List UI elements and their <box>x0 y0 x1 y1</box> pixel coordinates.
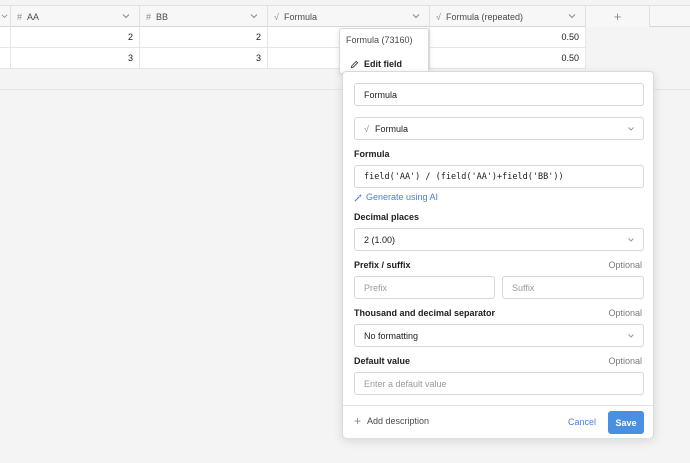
prefix-placeholder: Prefix <box>364 282 388 293</box>
formula-icon: √ <box>364 123 369 134</box>
column-header-aa[interactable]: # AA <box>11 6 140 27</box>
suffix-input[interactable]: Suffix <box>502 276 644 299</box>
number-icon: # <box>146 11 152 22</box>
column-header-formula-repeated[interactable]: √ Formula (repeated) <box>430 6 586 27</box>
default-value-optional: Optional <box>608 356 642 366</box>
cell-bb[interactable]: 2 <box>140 27 268 47</box>
separator-label: Thousand and decimal separator <box>354 308 496 318</box>
plus-icon: + <box>354 414 362 428</box>
panel-footer: + Add description Cancel Save <box>343 405 653 438</box>
column-header-formula[interactable]: √ Formula <box>268 6 430 27</box>
cell-formula-repeated[interactable]: 0.50 <box>430 48 586 68</box>
default-value-label: Default value <box>354 356 411 366</box>
column-header-bb[interactable]: # BB <box>140 6 268 27</box>
cell-bb[interactable]: 3 <box>140 48 268 68</box>
column-label: AA <box>27 11 40 22</box>
cell-aa[interactable]: 2 <box>11 27 140 47</box>
save-button[interactable]: Save <box>608 411 644 434</box>
magic-wand-icon <box>354 193 363 201</box>
chevron-down-icon[interactable] <box>249 11 259 21</box>
table-row[interactable]: 2 2 0.50 <box>0 27 586 48</box>
number-icon: # <box>17 11 23 22</box>
column-label: Formula <box>283 11 317 22</box>
formula-label: Formula <box>354 149 390 159</box>
prefix-suffix-optional: Optional <box>608 260 642 270</box>
prefix-input[interactable]: Prefix <box>354 276 495 299</box>
column-header-row: # AA # BB √ Formula √ Formula (repeated)… <box>0 5 690 27</box>
separator-optional: Optional <box>608 308 642 318</box>
default-value-placeholder: Enter a default value <box>364 378 447 389</box>
chevron-down-icon <box>628 127 634 131</box>
decimal-places-label: Decimal places <box>354 212 420 222</box>
formula-icon: √ <box>274 11 279 22</box>
chevron-down-icon[interactable] <box>411 11 421 21</box>
edit-field-label: Edit field <box>364 59 402 69</box>
formula-icon: √ <box>436 11 441 22</box>
separator-select[interactable]: No formatting <box>354 324 644 347</box>
default-value-input[interactable]: Enter a default value <box>354 372 644 395</box>
separator-value: No formatting <box>364 330 419 341</box>
row-selector-header[interactable] <box>0 6 11 27</box>
field-context-menu: Formula (73160) Edit field <box>339 28 429 74</box>
add-column-button[interactable]: + <box>586 6 650 27</box>
chevron-down-icon[interactable] <box>121 11 131 21</box>
prefix-suffix-label: Prefix / suffix <box>354 260 411 270</box>
pencil-icon <box>350 60 359 68</box>
cell-aa[interactable]: 3 <box>11 48 140 68</box>
cancel-button[interactable]: Cancel <box>568 417 596 427</box>
cell-formula-repeated[interactable]: 0.50 <box>430 27 586 47</box>
generate-ai-label: Generate using AI <box>366 192 439 202</box>
chevron-down-icon <box>628 238 634 242</box>
add-description-button[interactable]: + Add description <box>354 414 430 428</box>
edit-field-panel: Formula √ Formula Formula field('AA') / … <box>342 71 654 438</box>
decimal-places-select[interactable]: 2 (1.00) <box>354 228 644 251</box>
chevron-down-icon[interactable] <box>567 11 577 21</box>
chevron-down-icon <box>628 334 634 338</box>
field-type-value: Formula <box>374 123 408 134</box>
decimal-places-value: 2 (1.00) <box>364 234 396 245</box>
field-type-select[interactable]: √ Formula <box>354 117 644 140</box>
field-context-title: Formula (73160) <box>346 35 413 45</box>
add-description-label: Add description <box>367 416 430 426</box>
suffix-placeholder: Suffix <box>512 282 535 293</box>
chevron-down-icon <box>1 14 8 18</box>
table-row[interactable]: 3 3 0.50 <box>0 48 586 69</box>
formula-input[interactable]: field('AA') / (field('AA')+field('BB')) <box>354 165 644 188</box>
row-selector[interactable] <box>0 27 11 47</box>
column-label: Formula (repeated) <box>445 11 523 22</box>
field-name-input[interactable]: Formula <box>354 83 644 106</box>
generate-ai-link[interactable]: Generate using AI <box>354 192 438 202</box>
field-name-value: Formula <box>364 89 398 100</box>
column-label: BB <box>156 11 169 22</box>
formula-value: field('AA') / (field('AA')+field('BB')) <box>364 171 564 182</box>
row-selector[interactable] <box>0 48 11 68</box>
